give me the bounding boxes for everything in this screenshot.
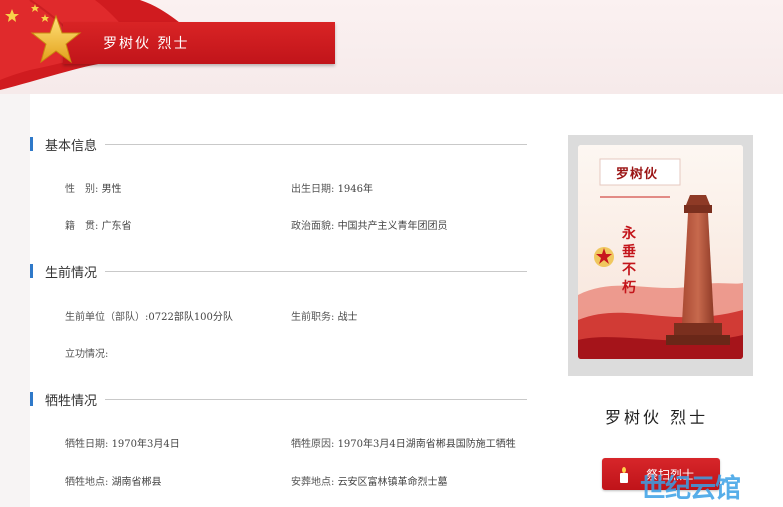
unit-label: 生前单位（部队）: xyxy=(65,312,149,323)
title-banner: 罗树伙 烈士 xyxy=(63,22,335,64)
unit-value: 0722部队100分队 xyxy=(148,312,233,323)
portrait-name: 罗树伙 xyxy=(616,167,659,182)
birth-field: 出生日期: 1946年 xyxy=(291,180,373,195)
hero-name: 罗树伙 烈士 xyxy=(605,408,709,427)
merit-field: 立功情况: xyxy=(65,345,108,360)
politics-value: 中国共产主义青年团团员 xyxy=(337,221,448,232)
section-title: 生前情况 xyxy=(45,266,98,281)
unit-field: 生前单位（部队）:0722部队100分队 xyxy=(65,308,233,323)
section-life: 生前情况 xyxy=(30,262,530,281)
duty-value: 战士 xyxy=(337,312,358,323)
birth-value: 1946年 xyxy=(337,184,374,195)
birth-label: 出生日期: xyxy=(291,184,335,195)
section-marker xyxy=(30,392,33,406)
portrait-frame: 罗树伙 永垂不朽 xyxy=(568,135,753,376)
red-star-icon xyxy=(30,14,82,64)
page-title: 罗树伙 烈士 xyxy=(103,36,190,52)
politics-field: 政治面貌: 中国共产主义青年团团员 xyxy=(291,217,448,232)
section-title: 基本信息 xyxy=(45,139,98,154)
memorial-portrait: 罗树伙 永垂不朽 xyxy=(578,145,743,359)
sacrifice-reason-value: 1970年3月4日湖南省郴县国防施工牺牲 xyxy=(337,439,516,450)
watermark-text: 世纪云馆 xyxy=(640,474,741,504)
sacrifice-reason-label: 牺牲原因: xyxy=(291,439,335,450)
burial-label: 安葬地点: xyxy=(291,477,335,488)
origin-label: 籍 贯: xyxy=(65,221,99,232)
duty-label: 生前职务: xyxy=(291,312,335,323)
sacrifice-place-field: 牺牲地点: 湖南省郴县 xyxy=(65,473,162,488)
origin-value: 广东省 xyxy=(101,221,132,232)
section-basic-info: 基本信息 xyxy=(30,135,530,154)
burial-value: 云安区富林镇革命烈士墓 xyxy=(337,477,448,488)
section-marker xyxy=(30,137,33,151)
section-title: 牺牲情况 xyxy=(45,394,98,409)
section-divider xyxy=(105,144,527,145)
gender-value: 男性 xyxy=(101,184,122,195)
burial-field: 安葬地点: 云安区富林镇革命烈士墓 xyxy=(291,473,448,488)
merit-label: 立功情况: xyxy=(65,349,109,360)
gender-label: 性 别: xyxy=(65,184,99,195)
sacrifice-place-label: 牺牲地点: xyxy=(65,477,109,488)
section-marker xyxy=(30,264,33,278)
sacrifice-date-field: 牺牲日期: 1970年3月4日 xyxy=(65,435,180,450)
duty-field: 生前职务: 战士 xyxy=(291,308,358,323)
origin-field: 籍 贯: 广东省 xyxy=(65,217,132,232)
sacrifice-reason-field: 牺牲原因: 1970年3月4日湖南省郴县国防施工牺牲 xyxy=(291,435,516,450)
sacrifice-date-value: 1970年3月4日 xyxy=(111,439,180,450)
portrait-motto: 永垂不朽 xyxy=(622,226,636,296)
candle-icon xyxy=(620,467,628,483)
sacrifice-date-label: 牺牲日期: xyxy=(65,439,109,450)
watermark-logo: 世纪云馆 xyxy=(640,468,741,505)
section-divider xyxy=(105,399,527,400)
sacrifice-place-value: 湖南省郴县 xyxy=(111,477,162,488)
section-divider xyxy=(105,271,527,272)
detail-panel: 基本信息 性 别: 男性 出生日期: 1946年 籍 贯: 广东省 政治面貌: … xyxy=(30,94,783,507)
gender-field: 性 别: 男性 xyxy=(65,180,122,195)
section-sacrifice: 牺牲情况 xyxy=(30,390,530,409)
politics-label: 政治面貌: xyxy=(291,221,335,232)
